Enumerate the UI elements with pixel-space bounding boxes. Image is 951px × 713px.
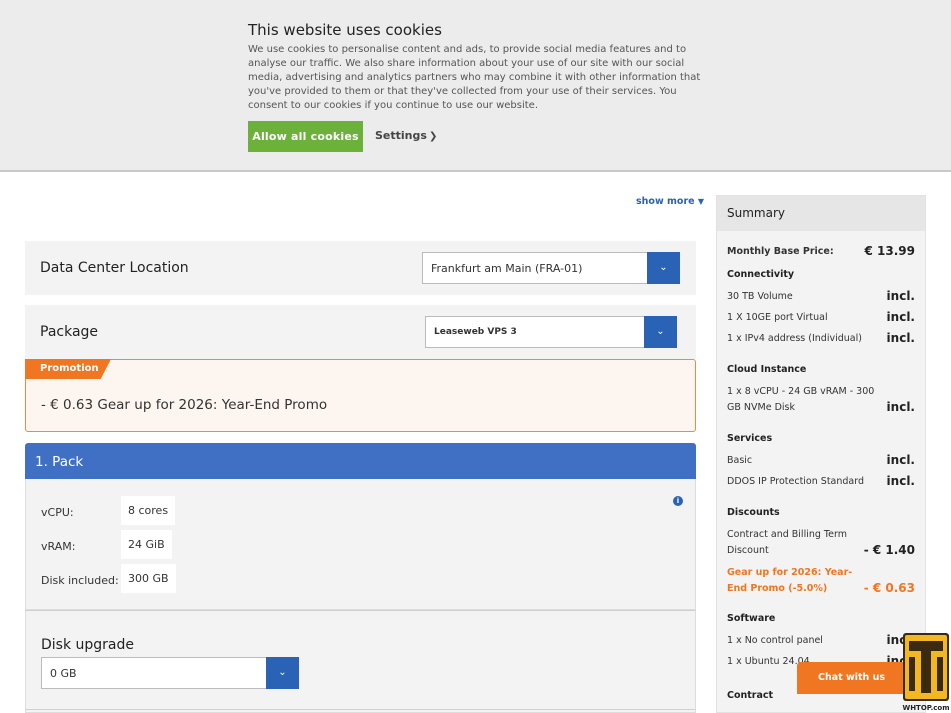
summary-item-label: DDOS IP Protection Standard xyxy=(727,476,865,487)
summary-header: Summary xyxy=(717,196,925,231)
vram-value: 24 GiB xyxy=(121,530,172,559)
summary-item-label: 1 x 8 vCPU - 24 GB vRAM - 300 GB NVMe Di… xyxy=(727,386,875,413)
vram-label: vRAM: xyxy=(41,540,76,553)
discounts-title: Discounts xyxy=(727,507,780,518)
summary-item-label: 1 x IPv4 address (Individual) xyxy=(727,333,862,344)
disk-upgrade-value: 0 GB xyxy=(50,667,77,680)
promo-discount-value: - € 0.63 xyxy=(863,581,915,595)
pack-title: 1. Pack xyxy=(35,454,84,470)
summary-item-label: Basic xyxy=(727,455,753,466)
logo-text: WHTOP.com xyxy=(902,704,949,712)
package-select[interactable]: Leaseweb VPS 3 ⌄ xyxy=(425,316,677,348)
chevron-down-icon: ❯ xyxy=(428,131,438,142)
chevron-down-icon[interactable]: ⌄ xyxy=(647,252,680,284)
location-title: Data Center Location xyxy=(40,260,189,276)
disk-upgrade-title: Disk upgrade xyxy=(41,637,135,653)
show-more-link[interactable]: show more ▼ xyxy=(636,196,704,207)
location-select[interactable]: Frankfurt am Main (FRA-01) ⌄ xyxy=(422,252,680,284)
summary-item-value: incl. xyxy=(886,310,915,324)
package-title: Package xyxy=(40,324,99,340)
cloud-instance-title: Cloud Instance xyxy=(727,364,807,375)
pack-header: 1. Pack xyxy=(25,443,696,479)
vcpu-value: 8 cores xyxy=(121,496,176,525)
whtop-logo: WHTOP.com xyxy=(901,631,951,713)
cookie-text: We use cookies to personalise content an… xyxy=(248,44,701,111)
promotion-text: - € 0.63 Gear up for 2026: Year-End Prom… xyxy=(41,397,328,413)
base-price-value: € 13.99 xyxy=(864,244,915,258)
pack-body: vCPU: 8 cores vRAM: 24 GiB Disk included… xyxy=(25,479,696,610)
base-price-label: Monthly Base Price: xyxy=(727,246,834,257)
cookie-settings-label: Settings xyxy=(375,129,427,142)
cookie-settings-button[interactable]: Settings ❯ xyxy=(375,129,437,142)
allow-all-cookies-button[interactable]: Allow all cookies xyxy=(248,121,363,152)
cookie-title: This website uses cookies xyxy=(248,21,442,39)
info-icon[interactable]: i xyxy=(673,496,683,506)
summary-item-label: Contract and Billing Term Discount xyxy=(727,529,847,556)
show-more-label: show more xyxy=(636,196,695,207)
promo-discount-label: Gear up for 2026: Year-End Promo (-5.0%) xyxy=(727,567,853,594)
disk-upgrade-panel: Disk upgrade 0 GB ⌄ xyxy=(25,610,696,713)
summary-item-label: 1 x No control panel xyxy=(727,635,823,646)
divider xyxy=(26,709,695,710)
disk-included-label: Disk included: xyxy=(41,574,119,587)
promotion-box: Promotion - € 0.63 Gear up for 2026: Yea… xyxy=(25,359,696,432)
services-title: Services xyxy=(727,433,773,444)
connectivity-title: Connectivity xyxy=(727,269,795,280)
location-select-value: Frankfurt am Main (FRA-01) xyxy=(431,262,583,275)
summary-item-value: incl. xyxy=(886,400,915,414)
summary-title: Summary xyxy=(727,206,785,220)
contract-title: Contract xyxy=(727,690,774,701)
package-panel: Package Leaseweb VPS 3 ⌄ xyxy=(25,305,696,359)
summary-panel: Summary Monthly Base Price: € 13.99 Conn… xyxy=(716,195,926,713)
promotion-tag: Promotion xyxy=(25,359,111,379)
summary-item-value: incl. xyxy=(886,453,915,467)
summary-item-label: 1 X 10GE port Virtual xyxy=(727,312,828,323)
chevron-down-icon: ▼ xyxy=(697,197,705,206)
summary-item-value: incl. xyxy=(886,289,915,303)
software-title: Software xyxy=(727,613,776,624)
summary-item-value: - € 1.40 xyxy=(863,543,915,557)
chat-button[interactable]: Chat with us xyxy=(797,662,906,694)
summary-item-value: incl. xyxy=(886,474,915,488)
summary-item-value: incl. xyxy=(886,331,915,345)
disk-included-value: 300 GB xyxy=(121,564,176,593)
chevron-down-icon[interactable]: ⌄ xyxy=(644,316,677,348)
summary-item-label: 30 TB Volume xyxy=(727,291,793,302)
vcpu-label: vCPU: xyxy=(41,506,74,519)
chevron-down-icon[interactable]: ⌄ xyxy=(266,657,299,689)
cookie-banner: This website uses cookies We use cookies… xyxy=(0,0,951,172)
location-panel: Data Center Location Frankfurt am Main (… xyxy=(25,241,696,295)
disk-upgrade-select[interactable]: 0 GB ⌄ xyxy=(41,657,299,689)
package-select-value: Leaseweb VPS 3 xyxy=(434,327,517,337)
